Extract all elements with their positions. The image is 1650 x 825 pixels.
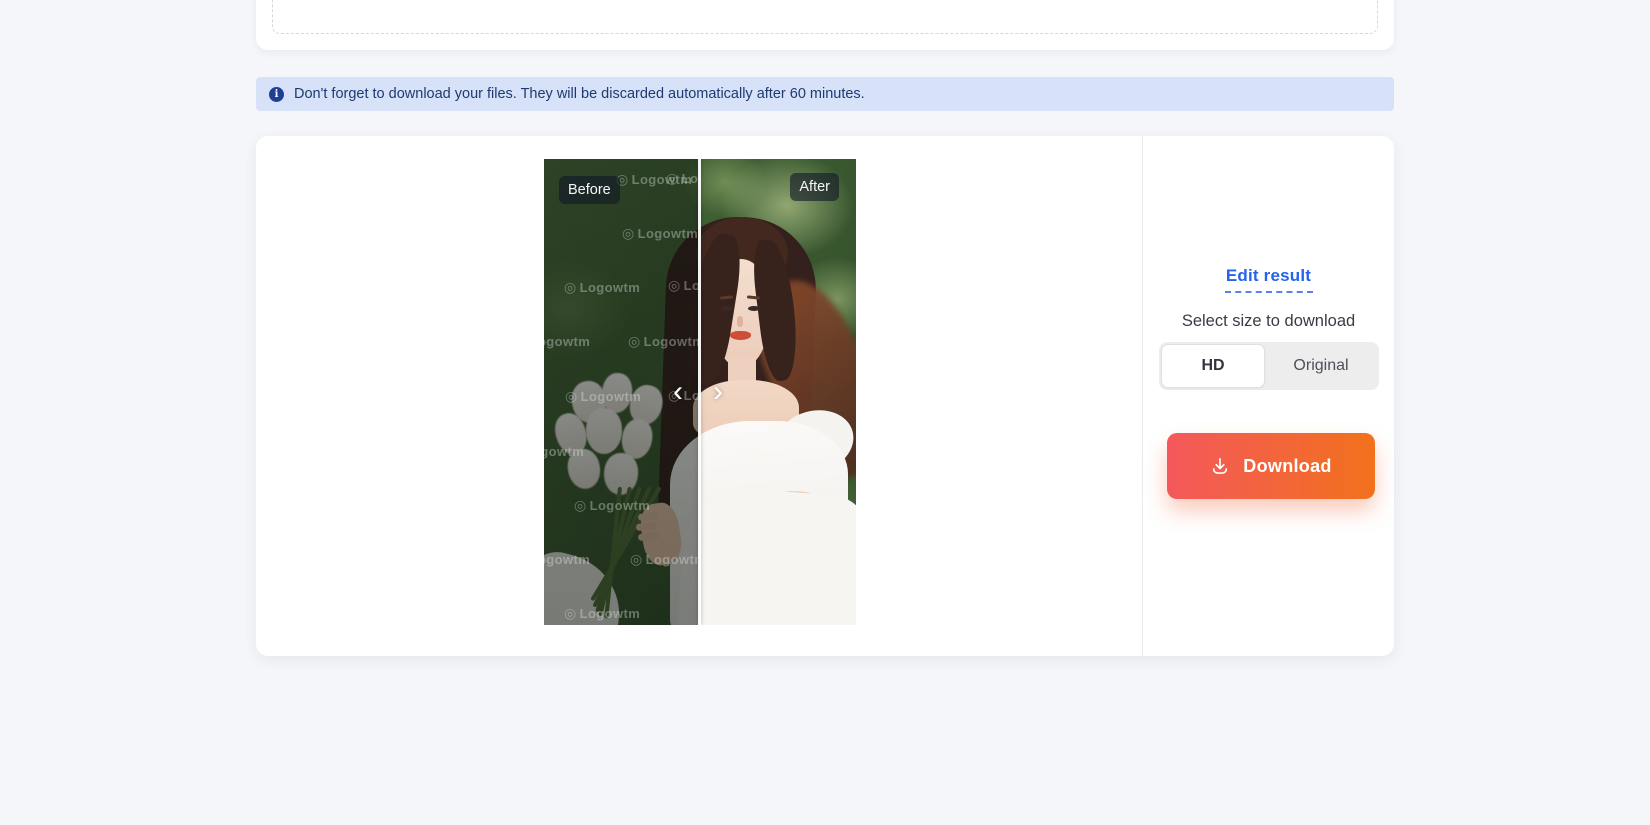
download-icon: [1210, 456, 1230, 476]
download-panel: Edit result Select size to download HD O…: [1143, 136, 1394, 656]
watermark: ◎Logowtm: [564, 279, 640, 296]
watermark: ◎Logowtm: [565, 388, 641, 405]
edit-result-underline: [1225, 291, 1313, 293]
edit-result-link[interactable]: Edit result: [1226, 266, 1311, 286]
size-toggle: HD Original: [1159, 342, 1379, 390]
watermark: ◎Logowtm: [564, 605, 640, 622]
watermark: ◎Logowtm: [574, 497, 650, 514]
size-option-original[interactable]: Original: [1265, 344, 1377, 388]
watermark: ◎Logowtm: [544, 551, 590, 568]
download-button-label: Download: [1243, 456, 1331, 477]
watermark: ◎Logowtm: [630, 551, 699, 568]
watermark: ◎Logowtm: [666, 170, 699, 187]
notice-banner: i Don't forget to download your files. T…: [256, 77, 1394, 111]
after-badge: After: [790, 173, 839, 201]
chevron-right-icon[interactable]: ›: [710, 373, 726, 411]
chevron-left-icon[interactable]: ‹: [670, 373, 686, 411]
watermark: ◎Logowtm: [628, 333, 699, 350]
info-icon: i: [269, 87, 284, 102]
before-badge: Before: [559, 176, 620, 204]
figure-eye: [748, 306, 760, 311]
upload-card: [256, 0, 1394, 50]
watermark: ◎Logowtm: [668, 277, 699, 294]
size-option-hd[interactable]: HD: [1161, 344, 1265, 388]
compare-slider-line[interactable]: [698, 159, 701, 625]
figure-dress-skirt: [677, 485, 856, 625]
before-after-photo[interactable]: ◎Logowtm ◎Logowtm ◎Logowtm ◎Logowtm ◎Logowtm…: [544, 159, 856, 625]
result-card: ◎Logowtm ◎Logowtm ◎Logowtm ◎Logowtm ◎Logowtm…: [256, 136, 1394, 656]
upload-dropzone[interactable]: [272, 0, 1378, 34]
watermark: ◎Logowtm: [544, 333, 590, 350]
download-button[interactable]: Download: [1167, 433, 1375, 499]
watermark: ◎Logowtm: [544, 443, 584, 460]
figure-eye: [721, 306, 733, 311]
watermark: ◎Logowtm: [622, 225, 698, 242]
notice-text: Don't forget to download your files. The…: [294, 86, 865, 102]
select-size-label: Select size to download: [1143, 312, 1394, 331]
preview-area: ◎Logowtm ◎Logowtm ◎Logowtm ◎Logowtm ◎Logowtm…: [256, 136, 1142, 656]
figure-lips: [730, 331, 751, 340]
figure-nose: [737, 316, 743, 327]
